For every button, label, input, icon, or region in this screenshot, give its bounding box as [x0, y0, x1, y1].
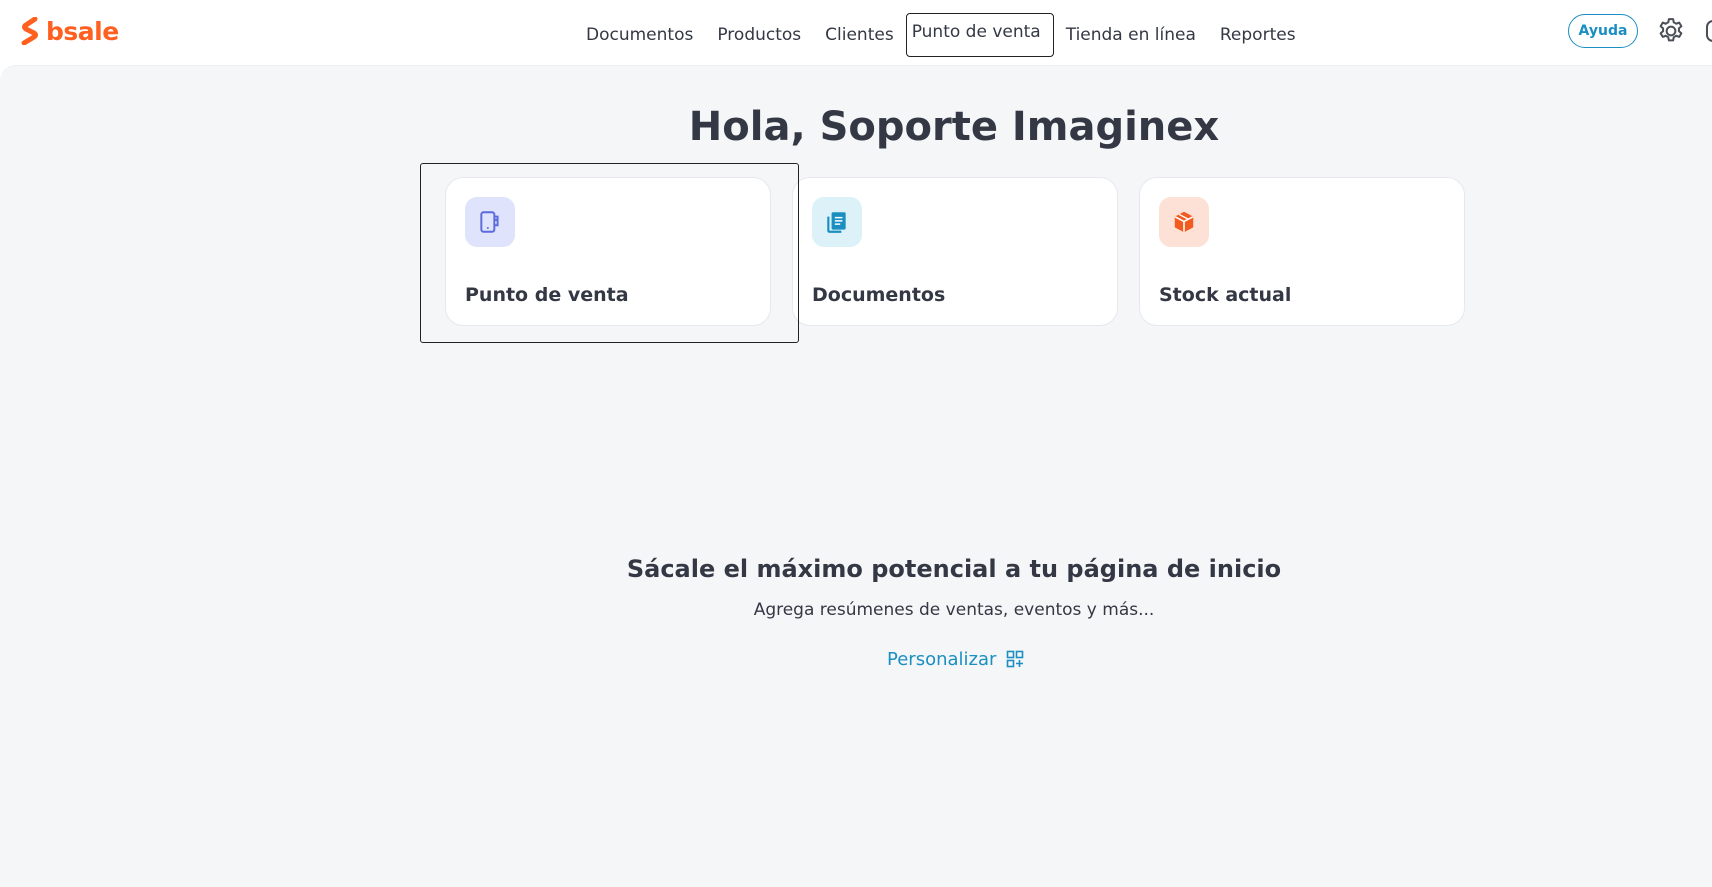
customize-link[interactable]: Personalizar: [887, 646, 1024, 672]
nav-item-tienda-en-linea[interactable]: Tienda en línea: [1054, 13, 1208, 57]
brand-name: bsale: [46, 16, 119, 46]
help-button[interactable]: Ayuda: [1568, 14, 1638, 48]
nav-item-documentos[interactable]: Documentos: [574, 13, 705, 57]
card-label: Punto de venta: [465, 284, 629, 306]
tablet-icon: [480, 211, 499, 233]
bsale-logo-icon: [21, 17, 38, 45]
top-navigation-bar: bsale Documentos Productos Clientes Punt…: [0, 0, 1712, 65]
card-label: Stock actual: [1159, 284, 1292, 306]
documents-icon: [827, 212, 846, 233]
gear-icon[interactable]: [1656, 16, 1686, 46]
nav-item-punto-de-venta[interactable]: Punto de venta: [905, 13, 1054, 57]
add-widget-icon: [1007, 650, 1024, 668]
home-content: Hola, Soporte Imaginex Punto de venta Do…: [0, 65, 1712, 887]
customize-label: Personalizar: [887, 648, 997, 670]
card-icon-container: [1159, 197, 1209, 247]
nav-item-clientes[interactable]: Clientes: [813, 13, 906, 57]
promo-subtitle: Agrega resúmenes de ventas, eventos y má…: [753, 600, 1155, 620]
promo-title: Sácale el máximo potencial a tu página d…: [626, 555, 1282, 583]
user-menu-icon[interactable]: [1706, 20, 1712, 42]
page-title: Hola, Soporte Imaginex: [688, 104, 1220, 150]
box-icon: [1174, 211, 1194, 233]
card-icon-container: [465, 197, 515, 247]
shortcut-card-stock-actual[interactable]: Stock actual: [1139, 177, 1465, 326]
card-icon-container: [812, 197, 862, 247]
main-nav: Documentos Productos Clientes Punto de v…: [574, 12, 1308, 58]
shortcut-card-documentos[interactable]: Documentos: [792, 177, 1118, 326]
nav-item-productos[interactable]: Productos: [705, 13, 813, 57]
bsale-logo[interactable]: bsale: [20, 16, 119, 46]
nav-item-reportes[interactable]: Reportes: [1208, 13, 1308, 57]
shortcut-card-punto-de-venta[interactable]: Punto de venta: [445, 177, 771, 326]
card-label: Documentos: [812, 284, 946, 306]
